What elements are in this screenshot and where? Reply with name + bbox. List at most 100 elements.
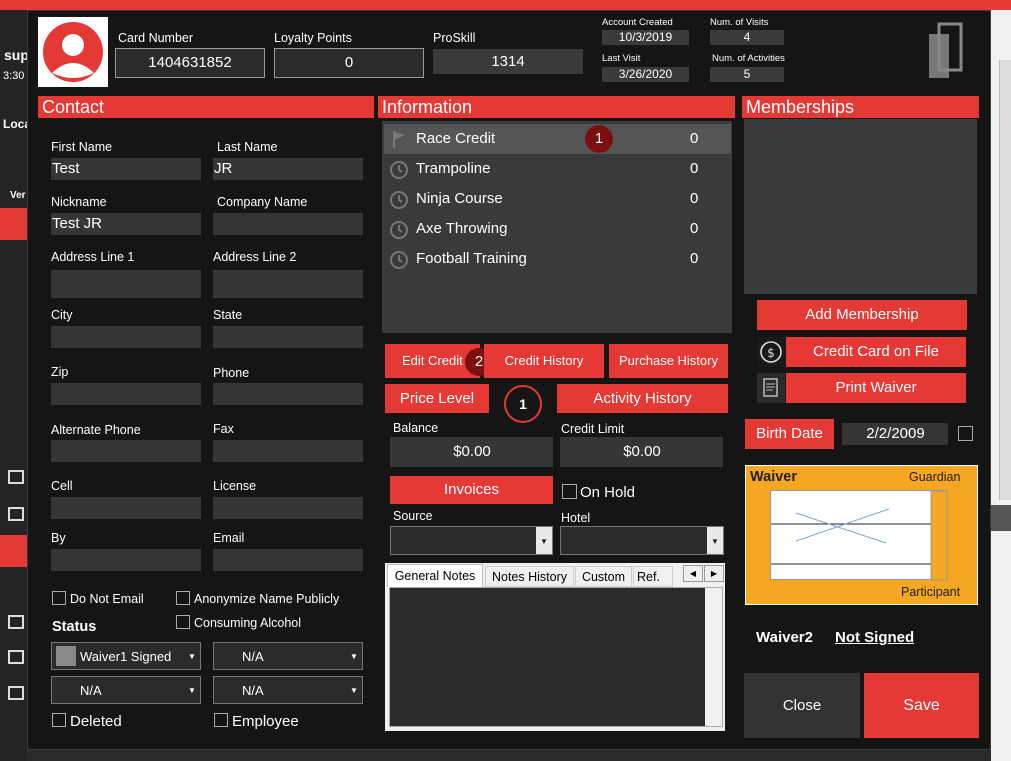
notes-scrollbar[interactable] bbox=[705, 588, 722, 726]
zip-field[interactable] bbox=[51, 383, 201, 405]
clock-icon bbox=[390, 221, 408, 239]
refresh-dollar-icon: $ bbox=[760, 341, 782, 363]
balance-field[interactable]: $0.00 bbox=[390, 437, 553, 467]
svg-text:$: $ bbox=[767, 346, 775, 360]
tab-ref[interactable]: Ref. bbox=[633, 566, 673, 587]
nickname-field[interactable]: Test JR bbox=[51, 213, 201, 235]
clock-icon bbox=[390, 251, 408, 269]
bg-scrollbar[interactable] bbox=[999, 60, 1011, 500]
chevron-right-icon[interactable]: ▶ bbox=[704, 565, 724, 582]
clock-icon bbox=[390, 161, 408, 179]
proskill-field[interactable]: 1314 bbox=[433, 49, 583, 74]
chevron-down-icon: ▼ bbox=[346, 677, 362, 703]
city-field[interactable] bbox=[51, 326, 201, 348]
save-button[interactable]: Save bbox=[864, 673, 979, 738]
signature-area[interactable] bbox=[770, 490, 948, 581]
address1-field[interactable] bbox=[51, 270, 201, 298]
memberships-header: Memberships bbox=[742, 96, 979, 118]
status-select-1[interactable]: Waiver1 Signed ▼ bbox=[51, 642, 201, 670]
phone-label: Phone bbox=[213, 366, 250, 380]
list-item-axe-throwing[interactable]: Axe Throwing 0 bbox=[384, 214, 731, 244]
item-name: Race Credit bbox=[416, 130, 496, 147]
list-item-race-credit[interactable]: Race Credit 0 bbox=[384, 124, 731, 154]
state-field[interactable] bbox=[213, 326, 363, 348]
by-label: By bbox=[51, 531, 66, 545]
on-hold-label: On Hold bbox=[580, 484, 636, 501]
activity-history-button[interactable]: Activity History bbox=[557, 384, 728, 413]
status-select-2[interactable]: N/A ▼ bbox=[213, 642, 363, 670]
invoices-button[interactable]: Invoices bbox=[390, 476, 553, 504]
price-level-button[interactable]: Price Level bbox=[385, 384, 489, 413]
company-name-label: Company Name bbox=[217, 195, 308, 209]
status-select-3[interactable]: N/A ▼ bbox=[51, 676, 201, 704]
consuming-alcohol-checkbox[interactable] bbox=[176, 615, 190, 629]
add-membership-button[interactable]: Add Membership bbox=[757, 300, 967, 330]
tab-notes-history[interactable]: Notes History bbox=[485, 566, 574, 587]
by-field[interactable] bbox=[51, 549, 201, 571]
calendar-icon[interactable] bbox=[8, 686, 24, 700]
status-select-4-value: N/A bbox=[242, 683, 264, 698]
status-select-4[interactable]: N/A ▼ bbox=[213, 676, 363, 704]
deleted-checkbox[interactable] bbox=[52, 713, 66, 727]
item-count: 0 bbox=[690, 160, 699, 177]
contact-header: Contact bbox=[38, 96, 374, 118]
status-select-2-value: N/A bbox=[242, 649, 264, 664]
credit-history-button[interactable]: Credit History bbox=[484, 344, 604, 378]
birth-date-field[interactable]: 2/2/2009 bbox=[842, 423, 948, 445]
first-name-field[interactable]: Test bbox=[51, 158, 201, 180]
credit-card-on-file-button[interactable]: Credit Card on File bbox=[786, 337, 966, 367]
user-avatar-icon bbox=[43, 22, 103, 82]
first-name-label: First Name bbox=[51, 140, 113, 154]
email-field[interactable] bbox=[213, 549, 363, 571]
list-item-trampoline[interactable]: Trampoline 0 bbox=[384, 154, 731, 184]
chevron-left-icon[interactable]: ◀ bbox=[683, 565, 703, 582]
company-name-field[interactable] bbox=[213, 213, 363, 235]
account-created-label: Account Created bbox=[602, 17, 673, 28]
chevron-down-icon: ▼ bbox=[536, 527, 552, 554]
credit-limit-field[interactable]: $0.00 bbox=[560, 437, 723, 467]
birth-date-checkbox[interactable] bbox=[958, 426, 973, 441]
purchase-history-button[interactable]: Purchase History bbox=[609, 344, 728, 378]
source-select[interactable]: ▼ bbox=[390, 526, 553, 555]
tab-general-notes[interactable]: General Notes bbox=[387, 564, 483, 587]
last-name-field[interactable]: JR bbox=[213, 158, 363, 180]
card-number-field[interactable]: 1404631852 bbox=[115, 48, 265, 78]
list-item-ninja-course[interactable]: Ninja Course 0 bbox=[384, 184, 731, 214]
cell-field[interactable] bbox=[51, 497, 201, 519]
account-created-field: 10/3/2019 bbox=[602, 30, 689, 45]
credit-limit-label: Credit Limit bbox=[561, 422, 625, 436]
hotel-select[interactable]: ▼ bbox=[560, 526, 724, 555]
card-number-label: Card Number bbox=[118, 31, 194, 45]
last-visit-label: Last Visit bbox=[602, 53, 641, 64]
list-item-football-training[interactable]: Football Training 0 bbox=[384, 244, 731, 274]
print-waiver-button[interactable]: Print Waiver bbox=[786, 373, 966, 403]
phone-field[interactable] bbox=[213, 383, 363, 405]
consuming-alcohol-label: Consuming Alcohol bbox=[194, 616, 302, 630]
tab-custom[interactable]: Custom bbox=[575, 566, 632, 587]
waiver-guardian-label: Guardian bbox=[909, 470, 961, 484]
alternate-phone-field[interactable] bbox=[51, 440, 201, 462]
on-hold-checkbox[interactable] bbox=[562, 484, 577, 499]
do-not-email-checkbox[interactable] bbox=[52, 591, 66, 605]
employee-checkbox[interactable] bbox=[214, 713, 228, 727]
loyalty-points-field[interactable]: 0 bbox=[274, 48, 424, 78]
annotation-badge-1: 1 bbox=[585, 125, 613, 153]
counter-icon[interactable] bbox=[8, 615, 24, 629]
chart-icon[interactable] bbox=[8, 650, 24, 664]
address2-field[interactable] bbox=[213, 270, 363, 298]
card-icon[interactable] bbox=[8, 507, 24, 521]
num-activities-label: Num. of Activities bbox=[712, 53, 785, 64]
card-reader-icon[interactable] bbox=[925, 22, 965, 82]
city-label: City bbox=[51, 308, 73, 322]
fax-field[interactable] bbox=[213, 440, 363, 462]
anonymize-checkbox[interactable] bbox=[176, 591, 190, 605]
avatar[interactable] bbox=[38, 17, 108, 87]
close-button[interactable]: Close bbox=[744, 673, 860, 738]
notes-textarea[interactable] bbox=[389, 587, 723, 727]
license-field[interactable] bbox=[213, 497, 363, 519]
waiver-title: Waiver bbox=[750, 469, 798, 485]
grid-icon[interactable] bbox=[8, 470, 24, 484]
address2-label: Address Line 2 bbox=[213, 250, 297, 264]
waiver2-status-link[interactable]: Not Signed bbox=[835, 629, 914, 646]
bg-text: Ver bbox=[10, 190, 26, 201]
